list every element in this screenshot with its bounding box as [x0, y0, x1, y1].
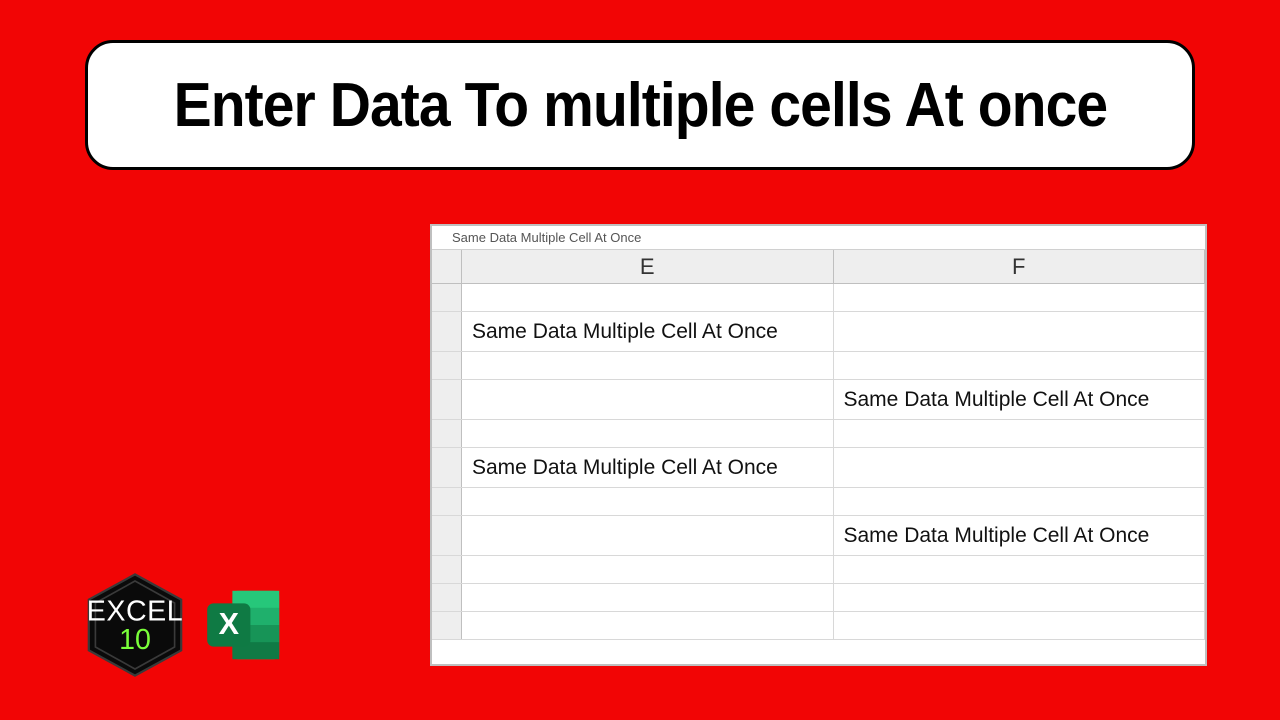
row-header[interactable] — [432, 556, 462, 583]
cell[interactable] — [834, 284, 1206, 311]
cell[interactable]: Same Data Multiple Cell At Once — [834, 380, 1206, 419]
table-row: Same Data Multiple Cell At Once — [432, 516, 1205, 556]
logo-cluster: EXCEL 10 X — [80, 570, 290, 680]
cell[interactable] — [834, 488, 1206, 515]
cell[interactable] — [462, 488, 834, 515]
table-row: Same Data Multiple Cell At Once — [432, 380, 1205, 420]
table-row — [432, 488, 1205, 516]
table-row — [432, 556, 1205, 584]
row-header[interactable] — [432, 448, 462, 487]
row-header[interactable] — [432, 284, 462, 311]
row-header[interactable] — [432, 312, 462, 351]
formula-bar[interactable]: Same Data Multiple Cell At Once — [432, 226, 1205, 250]
row-header[interactable] — [432, 612, 462, 639]
cell[interactable] — [462, 584, 834, 611]
hex-text-line2: 10 — [119, 624, 151, 656]
table-row: Same Data Multiple Cell At Once — [432, 312, 1205, 352]
cell[interactable] — [462, 556, 834, 583]
cell[interactable] — [834, 584, 1206, 611]
cell[interactable] — [834, 448, 1206, 487]
row-header[interactable] — [432, 380, 462, 419]
cell[interactable] — [834, 612, 1206, 639]
cell[interactable]: Same Data Multiple Cell At Once — [834, 516, 1206, 555]
title-card: Enter Data To multiple cells At once — [85, 40, 1195, 170]
cell[interactable] — [462, 284, 834, 311]
cell[interactable] — [834, 420, 1206, 447]
hex-badge: EXCEL 10 — [80, 570, 190, 680]
table-row — [432, 584, 1205, 612]
column-header-F[interactable]: F — [834, 250, 1206, 283]
cell[interactable] — [462, 516, 834, 555]
excel-icon-letter: X — [219, 607, 240, 641]
cell[interactable] — [462, 380, 834, 419]
cell[interactable] — [462, 420, 834, 447]
cell[interactable] — [462, 612, 834, 639]
row-header[interactable] — [432, 516, 462, 555]
table-row: Same Data Multiple Cell At Once — [432, 448, 1205, 488]
row-header[interactable] — [432, 420, 462, 447]
cell[interactable]: Same Data Multiple Cell At Once — [462, 312, 834, 351]
cell[interactable] — [834, 312, 1206, 351]
page-title: Enter Data To multiple cells At once — [173, 70, 1107, 141]
cell-grid: Same Data Multiple Cell At Once Same Dat… — [432, 284, 1205, 640]
select-all-corner[interactable] — [432, 250, 462, 283]
table-row — [432, 420, 1205, 448]
row-header[interactable] — [432, 584, 462, 611]
row-header[interactable] — [432, 488, 462, 515]
excel-app-icon: X — [200, 580, 290, 670]
cell[interactable] — [834, 352, 1206, 379]
row-header[interactable] — [432, 352, 462, 379]
formula-bar-text: Same Data Multiple Cell At Once — [452, 230, 641, 245]
cell[interactable] — [462, 352, 834, 379]
table-row — [432, 352, 1205, 380]
hex-text-line1: EXCEL — [87, 596, 184, 628]
cell[interactable]: Same Data Multiple Cell At Once — [462, 448, 834, 487]
spreadsheet-panel: Same Data Multiple Cell At Once E F Same… — [431, 225, 1206, 665]
column-header-E[interactable]: E — [462, 250, 834, 283]
column-header-row: E F — [432, 250, 1205, 284]
cell[interactable] — [834, 556, 1206, 583]
table-row — [432, 284, 1205, 312]
table-row — [432, 612, 1205, 640]
